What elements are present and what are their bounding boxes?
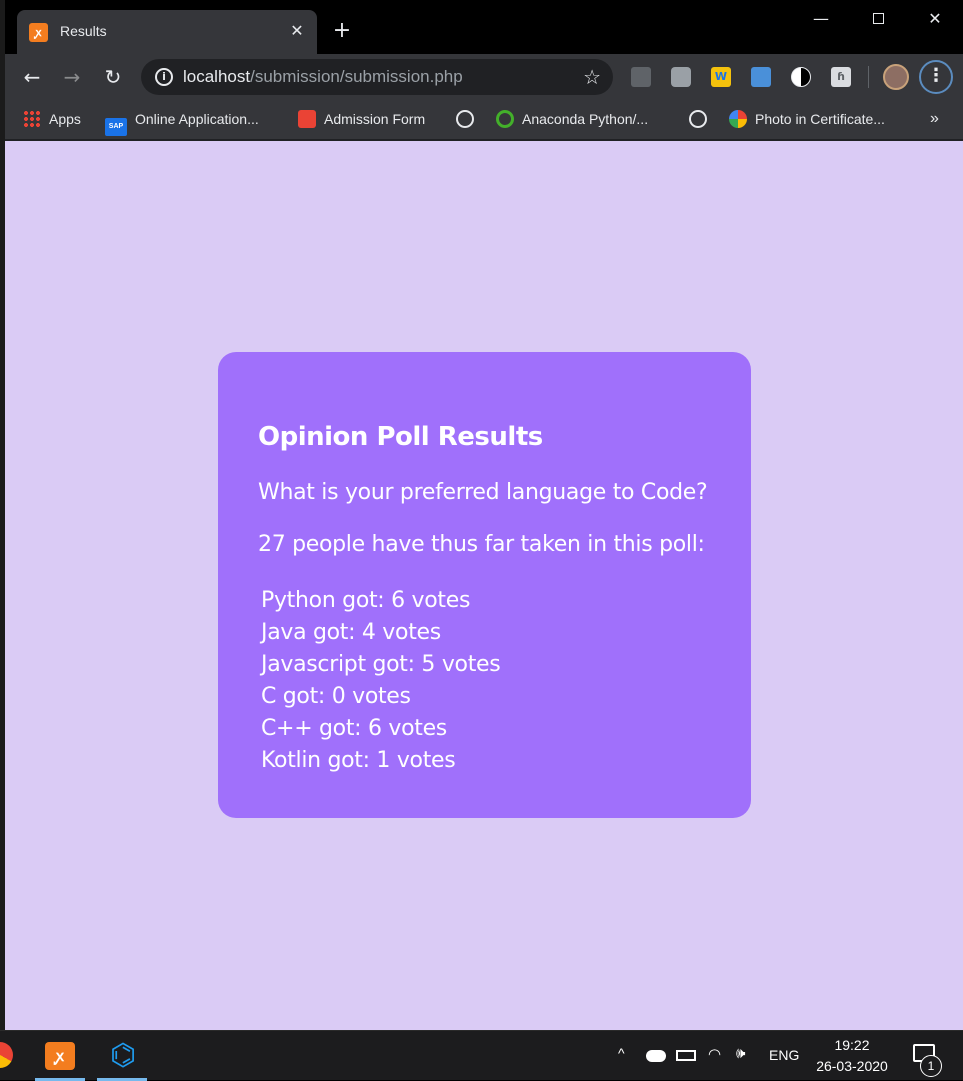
bookmark-admission-form[interactable]: Admission Form <box>298 108 425 130</box>
taskbar-clock[interactable]: 19:22 26-03-2020 <box>806 1035 898 1077</box>
browser-window: ꭙ Results ✕ + — ✕ ← → ↻ i localhost/subm… <box>0 0 963 1030</box>
h-icon[interactable]: ɦ <box>831 67 851 87</box>
address-bar[interactable]: i localhost/submission/submission.php ☆ <box>141 59 613 95</box>
result-cpp: C++ got: 6 votes <box>261 716 447 741</box>
camera-icon[interactable] <box>671 67 691 87</box>
poll-results-card: Opinion Poll Results What is your prefer… <box>218 352 751 818</box>
admission-icon <box>298 110 316 128</box>
tab-results[interactable]: ꭙ Results ✕ <box>17 10 317 54</box>
window-close-button[interactable]: ✕ <box>912 6 958 34</box>
title-bar: ꭙ Results ✕ + — ✕ <box>5 0 963 54</box>
window-icon[interactable] <box>751 67 771 87</box>
maximize-button[interactable] <box>855 6 901 34</box>
tab-title: Results <box>60 23 107 39</box>
apps-grid-icon <box>23 110 41 128</box>
maximize-icon <box>872 13 884 24</box>
result-java: Java got: 4 votes <box>261 620 441 645</box>
bookmark-anaconda[interactable]: Anaconda Python/... <box>496 108 648 130</box>
vscode-icon: ⌬ <box>109 1038 137 1073</box>
browser-toolbar: ← → ↻ i localhost/submission/submission.… <box>5 54 963 100</box>
clock-date: 26-03-2020 <box>816 1058 888 1074</box>
poll-question: What is your preferred language to Code? <box>258 480 708 505</box>
browser-menu-button[interactable]: ⋮ <box>919 60 953 94</box>
forward-button[interactable]: → <box>58 63 86 91</box>
anaconda-icon <box>496 110 514 128</box>
result-c: C got: 0 votes <box>261 684 411 709</box>
bookmark-apps[interactable]: Apps <box>23 108 81 130</box>
bookmarks-overflow-button[interactable]: » <box>930 108 939 130</box>
w-icon[interactable]: W <box>711 67 731 87</box>
url-path: /submission/submission.php <box>250 67 463 86</box>
bulb-icon[interactable] <box>631 67 651 87</box>
chrome-icon <box>0 1042 13 1068</box>
language-indicator[interactable]: ENG <box>769 1047 799 1063</box>
volume-icon[interactable]: 🕪 <box>736 1045 745 1062</box>
clock-time: 19:22 <box>834 1037 870 1053</box>
page-title: Opinion Poll Results <box>258 422 543 452</box>
profile-avatar[interactable] <box>883 64 909 90</box>
bookmark-photo-certificate[interactable]: Photo in Certificate... <box>729 108 885 130</box>
page-content: Opinion Poll Results What is your prefer… <box>5 141 963 1030</box>
bookmark-label: Anaconda Python/... <box>522 111 649 127</box>
bookmark-online-application[interactable]: SAP Online Application... <box>105 108 259 136</box>
url-host: localhost <box>183 67 251 86</box>
result-kotlin: Kotlin got: 1 votes <box>261 748 456 773</box>
show-hidden-icons-button[interactable]: ^ <box>618 1045 625 1061</box>
bookmark-label: Photo in Certificate... <box>755 111 885 127</box>
taskbar-chrome[interactable] <box>0 1031 25 1081</box>
photo-icon <box>729 110 747 128</box>
taskbar-vscode[interactable]: ⌬ <box>97 1031 147 1081</box>
xampp-icon: ꭙ <box>29 23 48 42</box>
results-list: Python got: 6 votes Java got: 4 votes Ja… <box>261 585 501 777</box>
taskbar: ꭙ ⌬ ^ ◠ 🕪 ENG 19:22 26-03-2020 1 <box>0 1030 963 1081</box>
contrast-icon[interactable] <box>791 67 811 87</box>
bookmark-globe-2[interactable] <box>689 108 715 130</box>
taskbar-xampp[interactable]: ꭙ <box>35 1031 85 1081</box>
onedrive-icon[interactable] <box>646 1050 666 1062</box>
url-text[interactable]: localhost/submission/submission.php <box>183 67 463 87</box>
bookmark-label: Admission Form <box>324 111 426 127</box>
minimize-button[interactable]: — <box>798 6 844 34</box>
site-info-icon[interactable]: i <box>155 68 173 86</box>
reload-button[interactable]: ↻ <box>99 63 127 91</box>
close-icon[interactable]: ✕ <box>287 20 307 42</box>
result-javascript: Javascript got: 5 votes <box>261 652 501 677</box>
new-tab-button[interactable]: + <box>330 19 354 43</box>
battery-icon[interactable] <box>676 1050 696 1061</box>
bookmarks-bar: Apps SAP Online Application... Admission … <box>5 100 963 140</box>
globe-icon <box>689 110 707 128</box>
bookmark-star-icon[interactable]: ☆ <box>583 65 601 89</box>
globe-icon <box>456 110 474 128</box>
xampp-icon: ꭙ <box>45 1042 75 1070</box>
bookmark-label: Apps <box>49 111 81 127</box>
bookmark-label: Online Application... <box>135 111 259 127</box>
bookmark-globe-1[interactable] <box>456 108 482 130</box>
result-python: Python got: 6 votes <box>261 588 471 613</box>
sap-icon: SAP <box>105 118 127 136</box>
toolbar-divider <box>868 66 869 88</box>
wifi-icon[interactable]: ◠ <box>708 1045 721 1063</box>
notification-badge: 1 <box>920 1055 942 1077</box>
back-button[interactable]: ← <box>18 63 46 91</box>
poll-participant-count: 27 people have thus far taken in this po… <box>258 532 705 557</box>
